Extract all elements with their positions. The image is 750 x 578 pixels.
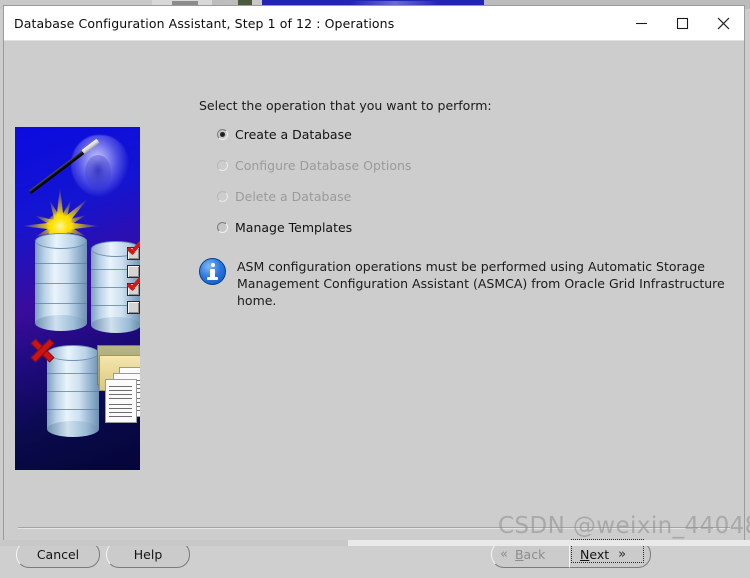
desktop-bottom-strip-light — [348, 540, 750, 546]
info-message-text: ASM configuration operations must be per… — [237, 258, 730, 309]
info-icon — [199, 258, 226, 285]
minimize-button[interactable] — [621, 6, 662, 40]
dbca-window: Database Configuration Assistant, Step 1… — [3, 5, 745, 568]
back-button-mnemonic: B — [514, 547, 524, 562]
radio-create-a-database[interactable]: Create a Database — [217, 125, 730, 143]
radio-label-manage-templates: Manage Templates — [235, 219, 353, 235]
radio-mark-manage-templates — [217, 221, 228, 233]
maximize-icon — [676, 17, 689, 29]
radio-mark-delete — [217, 190, 228, 202]
prompt-label: Select the operation that you want to pe… — [199, 98, 492, 113]
screen: Database Configuration Assistant, Step 1… — [0, 0, 750, 568]
window-body: Select the operation that you want to pe… — [4, 41, 744, 568]
radio-mark-create — [217, 128, 228, 140]
next-button-mnemonic: N — [580, 547, 590, 562]
operations-panel: Select the operation that you want to pe… — [199, 98, 730, 309]
radio-label-delete: Delete a Database — [235, 188, 352, 204]
close-button[interactable] — [703, 6, 744, 40]
radio-configure-database-options: Configure Database Options — [217, 156, 730, 174]
wand-tip — [81, 138, 100, 155]
close-icon — [717, 17, 730, 29]
radio-label-create: Create a Database — [235, 126, 352, 142]
next-button-label: Next — [580, 547, 610, 562]
window-titlebar: Database Configuration Assistant, Step 1… — [4, 6, 744, 41]
delete-x-icon — [27, 335, 57, 365]
info-message-line1: ASM configuration operations must be per… — [237, 259, 705, 274]
maximize-button[interactable] — [662, 6, 703, 40]
radio-mark-configure — [217, 159, 228, 171]
window-controls — [621, 6, 744, 40]
cancel-button-label: Cancel — [36, 547, 80, 562]
database-cylinder-create-icon — [35, 233, 87, 331]
document-icon-front — [105, 379, 137, 423]
back-button-label: Back — [514, 547, 546, 562]
help-button-label: Help — [133, 547, 163, 562]
radio-manage-templates[interactable]: Manage Templates — [217, 218, 730, 236]
radio-delete-a-database: Delete a Database — [217, 187, 730, 205]
window-title: Database Configuration Assistant, Step 1… — [14, 15, 395, 31]
minimize-icon — [636, 22, 647, 24]
chevron-right-icon: » — [618, 547, 627, 562]
info-message: ASM configuration operations must be per… — [199, 258, 730, 309]
footer-separator — [18, 527, 730, 528]
wizard-illustration — [15, 127, 140, 470]
chevron-left-icon: « — [500, 547, 508, 562]
info-message-line2: Management Configuration Assistant (ASMC… — [237, 276, 725, 308]
radio-label-configure: Configure Database Options — [235, 157, 412, 173]
